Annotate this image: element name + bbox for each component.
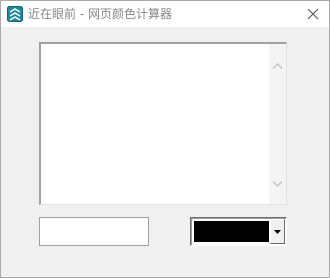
triangle-down-icon — [274, 229, 281, 234]
vertical-scrollbar[interactable] — [269, 44, 286, 204]
chevron-up-icon[interactable] — [271, 60, 284, 73]
title-bar[interactable]: 近在眼前 - 网页颜色计算器 — [1, 1, 329, 27]
app-logo-icon — [7, 6, 23, 22]
selected-color-swatch — [194, 221, 269, 242]
dropdown-button[interactable] — [270, 219, 285, 244]
close-button[interactable] — [301, 3, 325, 25]
color-value-input[interactable] — [39, 217, 149, 246]
color-list[interactable] — [39, 42, 287, 205]
color-select[interactable] — [190, 217, 287, 246]
window-title: 近在眼前 - 网页颜色计算器 — [28, 7, 172, 21]
chevron-down-icon[interactable] — [271, 177, 284, 190]
app-window: 近在眼前 - 网页颜色计算器 — [0, 0, 330, 278]
close-icon — [307, 8, 319, 20]
